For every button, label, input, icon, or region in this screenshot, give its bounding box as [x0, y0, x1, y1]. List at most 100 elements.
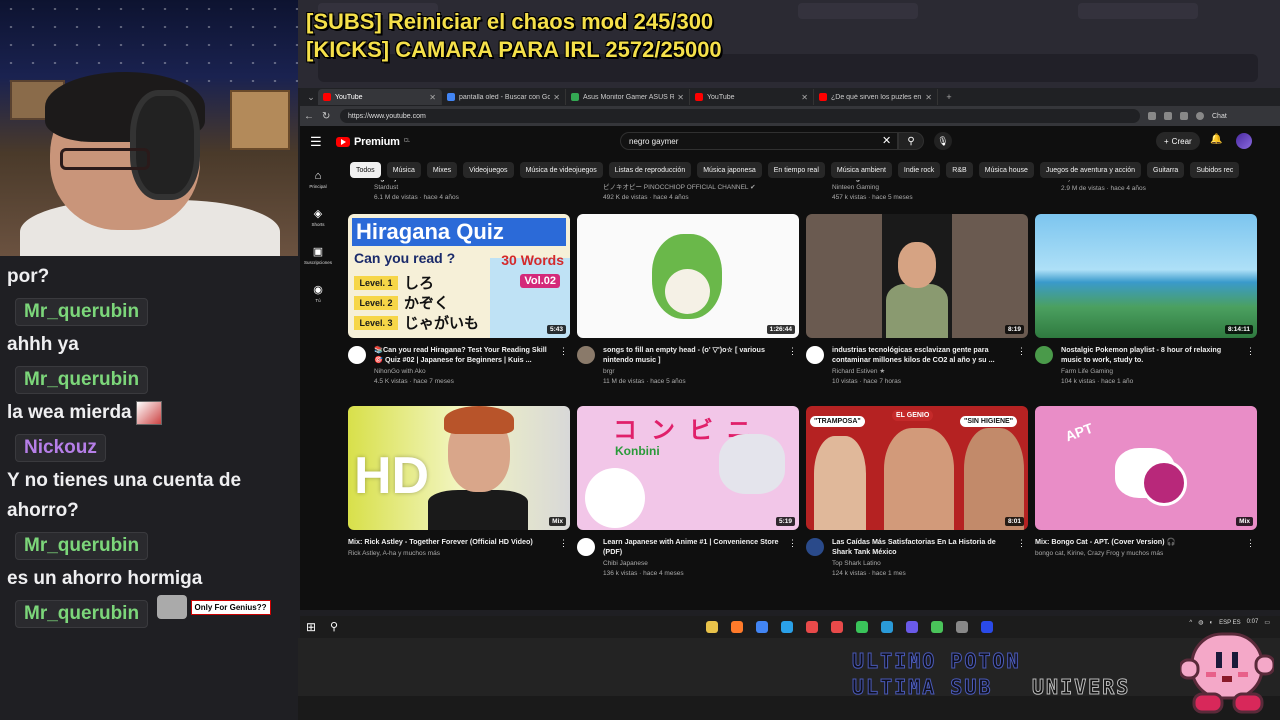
taskbar-app-icon[interactable] — [731, 621, 743, 633]
video-thumbnail[interactable]: "TRAMPOSA" EL GENIO "SIN HIGIENE" 8:01 — [806, 406, 1028, 530]
close-tab-icon[interactable]: ✕ — [429, 93, 436, 102]
extension-icon[interactable] — [1180, 112, 1188, 120]
browser-tab[interactable]: YouTube ✕ — [690, 89, 814, 105]
more-options-icon[interactable]: ⋮ — [1017, 538, 1026, 549]
network-icon[interactable]: ◍ — [1198, 619, 1203, 626]
account-avatar[interactable] — [1236, 133, 1252, 149]
video-thumbnail[interactable]: 1:26:44 — [577, 214, 799, 338]
video-card-partial[interactable]: Cry Café2.9 M de vistas · hace 4 años — [1035, 180, 1257, 216]
video-title[interactable]: Las Caídas Más Satisfactorias En La Hist… — [832, 537, 1010, 557]
close-tab-icon[interactable]: ✕ — [553, 93, 560, 102]
sidebar-item[interactable]: ⌂ Principal — [300, 160, 336, 198]
video-thumbnail[interactable]: 8:14:11 — [1035, 214, 1257, 338]
video-thumbnail[interactable]: 8:19 — [806, 214, 1028, 338]
channel-name[interactable]: Chibi Japanese — [603, 559, 781, 569]
taskbar-app-icon[interactable] — [981, 621, 993, 633]
video-title[interactable]: Mix: Bongo Cat - APT. (Cover Version) 🎧 — [1035, 537, 1239, 547]
video-thumbnail[interactable]: Hiragana Quiz Can you read ? 30 Words Vol.0… — [348, 214, 570, 338]
filter-chip[interactable]: Música house — [978, 162, 1034, 178]
video-card[interactable]: HD Mix Mix: Rick Astley - Together Forever… — [348, 406, 570, 592]
video-title[interactable]: 📚Can you read Hiragana? Test Your Readin… — [374, 345, 552, 365]
taskbar-app-icon[interactable] — [781, 621, 793, 633]
filter-chip[interactable]: Música ambient — [830, 162, 892, 178]
filter-chip[interactable]: Listas de reproducción — [608, 162, 692, 178]
create-button[interactable]: + Crear — [1156, 132, 1200, 150]
filter-chip[interactable]: Guitarra — [1147, 162, 1185, 178]
browser-tab[interactable]: YouTube ✕ — [318, 89, 442, 105]
profile-icon[interactable] — [1196, 112, 1204, 120]
channel-avatar[interactable] — [806, 538, 824, 556]
notifications-icon[interactable]: ▭ — [1264, 619, 1270, 626]
extension-icon[interactable] — [1148, 112, 1156, 120]
volume-icon[interactable]: ◐ — [1209, 620, 1213, 626]
more-options-icon[interactable]: ⋮ — [788, 346, 797, 357]
video-card[interactable]: APT Mix Mix: Bongo Cat - APT. (Cover Versi… — [1035, 406, 1257, 592]
browser-tab[interactable]: Asus Monitor Gamer ASUS ROG 2✕ — [566, 89, 690, 105]
taskbar-app-icon[interactable] — [881, 621, 893, 633]
filter-chip[interactable]: Juegos de aventura y acción — [1039, 162, 1142, 178]
chat-username[interactable]: Mr_querubin — [15, 600, 149, 628]
taskbar-app-icon[interactable] — [831, 621, 843, 633]
chat-username[interactable]: Nickouz — [15, 434, 106, 462]
filter-chip[interactable]: Videojuegos — [463, 162, 514, 178]
filter-chip[interactable]: Música japonesa — [697, 162, 762, 178]
hamburger-menu-icon[interactable]: ☰ — [310, 134, 328, 150]
back-icon[interactable]: ← — [304, 111, 314, 122]
video-card[interactable]: 8:14:11 Nostalgic Pokemon playlist - 8 ho… — [1035, 214, 1257, 400]
channel-name[interactable]: Rick Astley, A-ha y muchos más — [348, 549, 552, 559]
taskbar-app-icon[interactable] — [706, 621, 718, 633]
channel-avatar[interactable] — [348, 346, 366, 364]
copilot-chat-button[interactable]: Chat — [1212, 113, 1227, 120]
channel-avatar[interactable] — [577, 346, 595, 364]
video-card-partial[interactable]: ishピノキオピー PINOCCHIOP OFFICIAL CHANNEL ✔4… — [577, 180, 799, 216]
channel-name[interactable]: bongo cat, Kirine, Crazy Frog y muchos m… — [1035, 549, 1239, 559]
browser-tab[interactable]: ¿De qué sirven los puzles en los v✕ — [814, 89, 938, 105]
video-card[interactable]: コンビニ Konbini 5:19 Learn Japanese with Anime… — [577, 406, 799, 592]
channel-name[interactable]: brgr — [603, 367, 781, 377]
more-options-icon[interactable]: ⋮ — [1017, 346, 1026, 357]
browser-tab[interactable]: pantalla oled - Buscar con Google✕ — [442, 89, 566, 105]
video-card[interactable]: 1:26:44 songs to fill an empty head - (o'… — [577, 214, 799, 400]
channel-name[interactable]: Top Shark Latino — [832, 559, 1010, 569]
windows-start-icon[interactable]: ⊞ — [306, 620, 316, 634]
notifications-bell-icon[interactable]: 🔔 — [1210, 134, 1222, 145]
filter-chip[interactable]: En tiempo real — [767, 162, 825, 178]
video-card[interactable]: Hiragana Quiz Can you read ? 30 Words Vol.0… — [348, 214, 570, 400]
more-options-icon[interactable]: ⋮ — [1246, 346, 1255, 357]
chevron-up-icon[interactable]: ^ — [1189, 620, 1192, 626]
language-indicator[interactable]: ESP ES — [1219, 620, 1241, 626]
channel-avatar[interactable] — [1035, 346, 1053, 364]
taskbar-app-icon[interactable] — [856, 621, 868, 633]
filter-chip[interactable]: Música — [386, 162, 421, 178]
video-title[interactable]: Mix: Rick Astley - Together Forever (Off… — [348, 537, 552, 547]
more-options-icon[interactable]: ⋮ — [559, 538, 568, 549]
close-tab-icon[interactable]: ✕ — [925, 93, 932, 102]
chat-username[interactable]: Mr_querubin — [15, 532, 149, 560]
filter-chip[interactable]: Música de videojuegos — [519, 162, 603, 178]
video-title[interactable]: Nostalgic Pokemon playlist - 8 hour of r… — [1061, 345, 1239, 365]
tab-list-icon[interactable]: ⌄ — [304, 92, 318, 103]
more-options-icon[interactable]: ⋮ — [559, 346, 568, 357]
filter-chip[interactable]: R&B — [946, 162, 973, 178]
filter-chip[interactable]: Mixes — [426, 162, 458, 178]
video-card-partial[interactable]: morningNinteen Gaming457 k vistas · hace… — [806, 180, 1028, 216]
video-card[interactable]: "TRAMPOSA" EL GENIO "SIN HIGIENE" 8:01 Las C… — [806, 406, 1028, 592]
url-field[interactable]: https://www.youtube.com — [340, 109, 1140, 123]
taskbar-app-icon[interactable] — [931, 621, 943, 633]
video-title[interactable]: Learn Japanese with Anime #1 | Convenien… — [603, 537, 781, 557]
reload-icon[interactable]: ↻ — [322, 111, 332, 122]
clear-search-icon[interactable]: ✕ — [882, 134, 891, 147]
voice-search-button[interactable]: 🎙 — [934, 132, 952, 150]
video-title[interactable]: industrias tecnológicas esclavizan gente… — [832, 345, 1010, 365]
filter-chip[interactable]: Subidos rec — [1190, 162, 1240, 178]
video-card-partial[interactable]: inglés)Stardust6.1 M de vistas · hace 4 … — [348, 180, 570, 216]
extension-icon[interactable] — [1164, 112, 1172, 120]
video-thumbnail[interactable]: コンビニ Konbini 5:19 — [577, 406, 799, 530]
channel-name[interactable]: Richard Estiven ★ — [832, 367, 1010, 377]
video-thumbnail[interactable]: APT Mix — [1035, 406, 1257, 530]
more-options-icon[interactable]: ⋮ — [788, 538, 797, 549]
sidebar-item[interactable]: ◈ Shorts — [300, 198, 336, 236]
channel-name[interactable]: NihonGo with Ako — [374, 367, 552, 377]
search-input[interactable]: negro gaymer — [620, 132, 898, 150]
chat-username[interactable]: Mr_querubin — [15, 298, 149, 326]
